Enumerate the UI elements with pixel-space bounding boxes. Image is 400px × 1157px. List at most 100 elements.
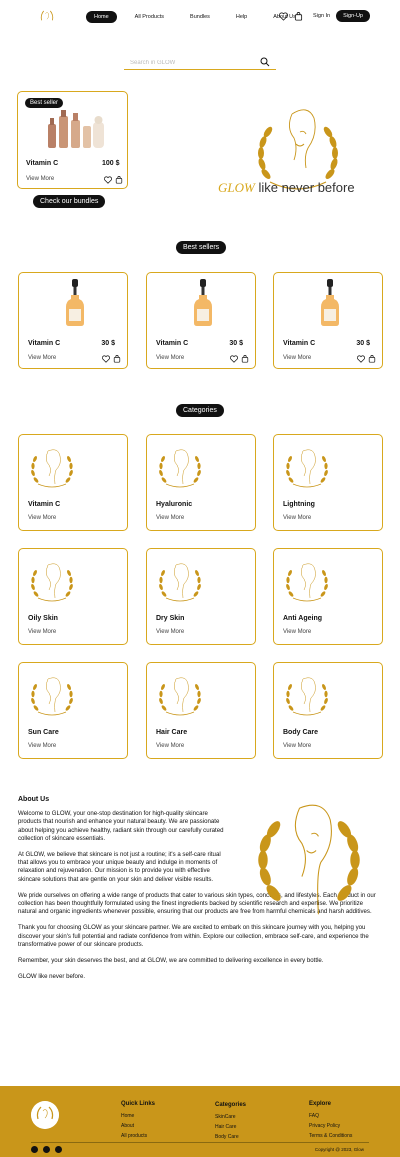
footer-explore: Explore FAQ Privacy Policy Terms & Condi… [309, 1101, 352, 1143]
search-bar [124, 56, 276, 70]
product-card[interactable]: Vitamin C 30 $ View More [146, 272, 256, 369]
glow-logo[interactable] [36, 6, 58, 28]
category-title: Hair Care [156, 729, 188, 736]
heart-icon[interactable] [104, 176, 112, 184]
glow-face-logo [31, 449, 73, 488]
about-paragraph: Welcome to GLOW, your one-stop destinati… [18, 810, 224, 842]
footer-link[interactable]: Hair Care [215, 1124, 246, 1130]
view-more-link[interactable]: View More [156, 629, 184, 635]
footer-logo[interactable] [31, 1101, 59, 1129]
add-to-cart-icon[interactable] [115, 176, 123, 184]
product-price: 30 $ [101, 340, 115, 347]
heart-icon[interactable] [102, 355, 110, 363]
product-price: 30 $ [356, 340, 370, 347]
view-more-link[interactable]: View More [283, 515, 311, 521]
view-more-link[interactable]: View More [28, 515, 56, 521]
instagram-icon[interactable] [43, 1146, 50, 1153]
best-sellers-heading: Best sellers [176, 241, 227, 254]
footer-categories: Categories SkinCare Hair Care Body Care [215, 1102, 246, 1144]
social-links [31, 1146, 62, 1153]
search-input[interactable] [124, 59, 254, 66]
about-paragraph: Thank you for choosing GLOW as your skin… [18, 924, 369, 948]
hero-tagline: GLOW like never before [218, 180, 355, 196]
view-more-link[interactable]: View More [28, 743, 56, 749]
category-card[interactable]: Sun Care View More [18, 662, 128, 759]
serum-bottle-image [66, 279, 84, 326]
top-nav: Home All Products Bundles Help About Us … [0, 0, 400, 34]
sign-in-link[interactable]: Sign In [313, 13, 330, 19]
footer-link[interactable]: FAQ [309, 1113, 352, 1119]
view-more-link[interactable]: View More [283, 743, 311, 749]
footer-heading: Categories [215, 1102, 247, 1108]
view-more-link[interactable]: View More [28, 629, 56, 635]
footer-link[interactable]: Home [121, 1113, 155, 1119]
footer-link[interactable]: SkinCare [215, 1114, 246, 1120]
footer-link[interactable]: Body Care [215, 1134, 246, 1140]
check-bundles-button[interactable]: Check our bundles [33, 195, 106, 208]
footer-link[interactable]: Terms & Conditions [309, 1133, 352, 1139]
hero-product-price: 100 $ [102, 160, 120, 167]
copyright-text: Copyright @ 2023, Glow [314, 1147, 364, 1152]
category-title: Sun Care [28, 729, 59, 736]
glow-face-logo [159, 677, 201, 716]
best-seller-card[interactable]: Best seller Vitamin C 100 $ View More [17, 91, 128, 189]
category-card[interactable]: Body Care View More [273, 662, 383, 759]
category-card[interactable]: Anti Ageing View More [273, 548, 383, 645]
footer-divider [31, 1142, 369, 1143]
category-card[interactable]: Lightning View More [273, 434, 383, 531]
nav-help[interactable]: Help [228, 11, 255, 23]
cart-icon[interactable] [294, 11, 303, 21]
heart-icon[interactable] [279, 12, 288, 21]
category-title: Lightning [283, 501, 315, 508]
category-card[interactable]: Oily Skin View More [18, 548, 128, 645]
product-price: 30 $ [229, 340, 243, 347]
glow-face-logo [31, 563, 73, 602]
category-title: Anti Ageing [283, 615, 323, 622]
glow-face-logo [286, 563, 328, 602]
view-more-link[interactable]: View More [283, 355, 311, 361]
add-to-cart-icon[interactable] [113, 355, 121, 363]
about-paragraph: GLOW like never before. [18, 973, 86, 981]
view-more-link[interactable]: View More [156, 743, 184, 749]
product-title: Vitamin C [156, 340, 189, 347]
tagline-brand: GLOW [218, 180, 255, 195]
facebook-icon[interactable] [31, 1146, 38, 1153]
product-card[interactable]: Vitamin C 30 $ View More [273, 272, 383, 369]
footer-link[interactable]: All products [121, 1133, 155, 1139]
category-card[interactable]: Dry Skin View More [146, 548, 256, 645]
nav-all-products[interactable]: All Products [127, 11, 172, 23]
view-more-link[interactable]: View More [156, 355, 184, 361]
category-card[interactable]: Hair Care View More [146, 662, 256, 759]
view-more-link[interactable]: View More [28, 355, 56, 361]
nav-bundles[interactable]: Bundles [182, 11, 218, 23]
view-more-link[interactable]: View More [283, 629, 311, 635]
view-more-link[interactable]: View More [156, 515, 184, 521]
add-to-cart-icon[interactable] [241, 355, 249, 363]
sign-up-button[interactable]: Sign-Up [336, 10, 370, 22]
about-paragraph: Remember, your skin deserves the best, a… [18, 957, 324, 965]
nav-home[interactable]: Home [86, 11, 117, 23]
product-bottles-image [48, 110, 104, 148]
product-card[interactable]: Vitamin C 30 $ View More [18, 272, 128, 369]
category-card[interactable]: Hyaluronic View More [146, 434, 256, 531]
glow-face-logo [286, 677, 328, 716]
footer-heading: Explore [309, 1101, 332, 1107]
add-to-cart-icon[interactable] [368, 355, 376, 363]
footer-quick-links: Quick Links Home About All products [121, 1101, 155, 1143]
category-card[interactable]: Vitamin C View More [18, 434, 128, 531]
heart-icon[interactable] [357, 355, 365, 363]
hero-view-more-link[interactable]: View More [26, 176, 54, 182]
glow-face-logo [258, 804, 360, 915]
glow-face-logo [159, 563, 201, 602]
footer-link[interactable]: Privacy Policy [309, 1123, 352, 1129]
categories-heading: Categories [176, 404, 224, 417]
search-icon[interactable] [260, 57, 270, 67]
twitter-icon[interactable] [55, 1146, 62, 1153]
glow-face-logo [286, 449, 328, 488]
footer: Quick Links Home About All products Cate… [0, 1086, 400, 1157]
footer-link[interactable]: About [121, 1123, 155, 1129]
heart-icon[interactable] [230, 355, 238, 363]
footer-heading: Quick Links [121, 1101, 156, 1107]
serum-bottle-image [194, 279, 212, 326]
product-title: Vitamin C [283, 340, 316, 347]
